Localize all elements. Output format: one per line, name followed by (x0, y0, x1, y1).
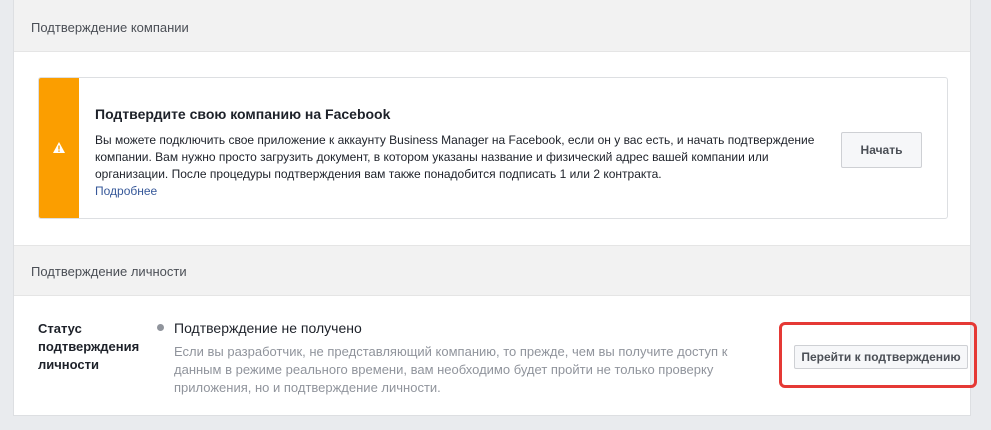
alert-description: Вы можете подключить свое приложение к а… (95, 133, 815, 181)
alert-body: Вы можете подключить свое приложение к а… (95, 132, 815, 200)
alert-stripe (39, 78, 79, 218)
company-verification-header: Подтверждение компании (14, 0, 970, 52)
identity-status-value: Подтверждение не получено (174, 320, 362, 336)
company-verification-alert: Подтвердите свою компанию на Facebook Вы… (38, 77, 948, 219)
identity-status-label: Статус подтверждения личности (38, 321, 140, 372)
start-button[interactable]: Начать (841, 132, 922, 168)
warning-icon (53, 142, 65, 153)
alert-title: Подтвердите свою компанию на Facebook (95, 106, 391, 122)
status-dot-icon (157, 324, 164, 331)
identity-status-description: Если вы разработчик, не представляющий к… (174, 344, 728, 395)
learn-more-link[interactable]: Подробнее (95, 183, 815, 200)
identity-verification-header: Подтверждение личности (14, 245, 970, 296)
go-to-verification-button[interactable]: Перейти к подтверждению (794, 345, 968, 369)
